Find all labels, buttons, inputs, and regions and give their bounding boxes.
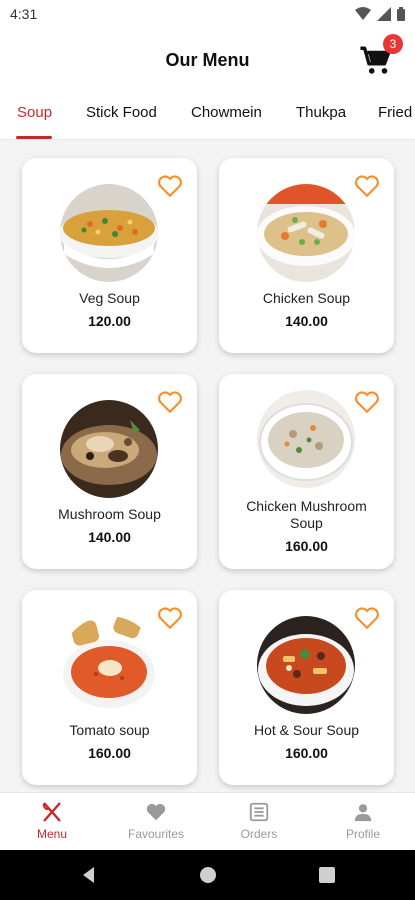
- tab-stick-food[interactable]: Stick Food: [86, 104, 157, 121]
- favourite-button[interactable]: [157, 606, 183, 630]
- system-navigation-bar: [0, 850, 415, 900]
- status-bar: 4:31: [0, 0, 415, 28]
- tab-chowmein[interactable]: Chowmein: [191, 104, 262, 121]
- menu-item-card[interactable]: Tomato soup 160.00: [22, 590, 197, 785]
- heart-outline-icon: [355, 175, 379, 197]
- bottom-navigation: Menu Favourites Orders Profile: [0, 792, 415, 850]
- nav-item-profile[interactable]: Profile: [323, 801, 403, 841]
- menu-item-name: Hot & Sour Soup: [253, 722, 360, 738]
- fork-knife-icon: [42, 802, 61, 822]
- favourite-button[interactable]: [354, 606, 380, 630]
- menu-item-card[interactable]: Chicken Mushroom Soup 160.00: [219, 374, 394, 569]
- menu-item-name: Veg Soup: [79, 290, 140, 306]
- active-tab-indicator: [16, 136, 52, 139]
- favourite-button[interactable]: [354, 390, 380, 414]
- status-icons: [355, 7, 405, 21]
- tab-soup[interactable]: Soup: [17, 104, 52, 121]
- nav-item-menu[interactable]: Menu: [12, 801, 92, 841]
- menu-grid: Veg Soup 120.00 Chicken Soup 140.00 Mush…: [0, 140, 415, 792]
- veg-soup-image: [60, 184, 158, 282]
- page-title: Our Menu: [165, 50, 250, 70]
- nav-label: Orders: [240, 827, 278, 841]
- heart-outline-icon: [355, 607, 379, 629]
- category-tabs: Soup Stick Food Chowmein Thukpa Fried: [0, 92, 415, 140]
- wifi-icon: [355, 7, 371, 20]
- heart-outline-icon: [158, 607, 182, 629]
- heart-icon: [146, 803, 166, 821]
- menu-item-price: 140.00: [88, 529, 131, 545]
- profile-icon: [354, 804, 372, 822]
- home-icon[interactable]: [197, 864, 219, 886]
- heart-outline-icon: [158, 391, 182, 413]
- nav-label: Profile: [345, 827, 380, 841]
- menu-item-price: 160.00: [285, 745, 328, 761]
- favourite-button[interactable]: [354, 174, 380, 198]
- heart-outline-icon: [355, 391, 379, 413]
- chicken-soup-image: [257, 184, 355, 282]
- menu-item-price: 160.00: [88, 745, 131, 761]
- favourite-button[interactable]: [157, 390, 183, 414]
- menu-item-name: Chicken Soup: [262, 290, 351, 306]
- menu-item-card[interactable]: Mushroom Soup 140.00: [22, 374, 197, 569]
- app-header: Our Menu 3: [0, 28, 415, 92]
- menu-item-card[interactable]: Hot & Sour Soup 160.00: [219, 590, 394, 785]
- nav-label: Menu: [36, 827, 68, 841]
- orders-icon: [249, 802, 269, 822]
- menu-item-price: 120.00: [88, 313, 131, 329]
- favourite-button[interactable]: [157, 174, 183, 198]
- back-icon[interactable]: [78, 864, 100, 886]
- menu-item-card[interactable]: Veg Soup 120.00: [22, 158, 197, 353]
- menu-item-name: Chicken Mushroom Soup: [246, 498, 367, 531]
- signal-icon: [377, 7, 391, 21]
- cart-count-badge: 3: [383, 34, 403, 54]
- status-time: 4:31: [10, 6, 38, 22]
- nav-label: Favourites: [127, 827, 185, 841]
- mushroom-soup-image: [60, 400, 158, 498]
- cart-button[interactable]: 3: [359, 34, 403, 78]
- menu-item-price: 160.00: [285, 538, 328, 554]
- battery-icon: [397, 7, 405, 21]
- recents-icon[interactable]: [316, 864, 338, 886]
- tomato-soup-image: [60, 616, 158, 714]
- menu-item-name: Tomato soup: [69, 722, 150, 738]
- hot-sour-soup-image: [257, 616, 355, 714]
- chicken-mushroom-soup-image: [257, 390, 355, 488]
- menu-item-card[interactable]: Chicken Soup 140.00: [219, 158, 394, 353]
- menu-item-price: 140.00: [285, 313, 328, 329]
- nav-item-orders[interactable]: Orders: [219, 801, 299, 841]
- tab-thukpa[interactable]: Thukpa: [296, 104, 346, 121]
- tab-fried[interactable]: Fried: [378, 104, 412, 121]
- menu-item-name: Mushroom Soup: [58, 506, 161, 522]
- heart-outline-icon: [158, 175, 182, 197]
- nav-item-favourites[interactable]: Favourites: [116, 801, 196, 841]
